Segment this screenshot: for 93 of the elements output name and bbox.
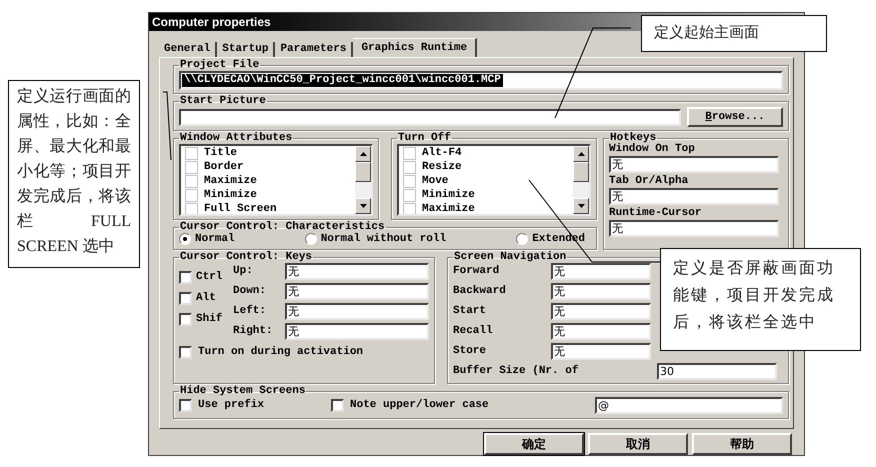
list-item[interactable]: Full Screen xyxy=(204,204,277,214)
checkbox[interactable] xyxy=(185,188,198,202)
checkbox[interactable] xyxy=(185,146,198,160)
field-label: Start xyxy=(453,306,488,317)
checkbox[interactable] xyxy=(331,399,344,412)
input-field[interactable]: 无 xyxy=(285,263,429,280)
checkbox-label[interactable]: Turn on during activation xyxy=(198,347,364,358)
input-field[interactable]: @ xyxy=(595,397,783,414)
annotation-note: 定义是否屏蔽画面功能键，项目开发完成后，将该栏全选中 xyxy=(660,248,861,351)
checkbox-label[interactable]: Alt xyxy=(196,293,216,304)
leader-line xyxy=(162,92,172,160)
list-item[interactable]: Alt-F4 xyxy=(422,148,462,158)
group-label: Cursor Control: Keys xyxy=(179,252,314,263)
field-label: Down: xyxy=(233,286,268,297)
input-field[interactable]: 无 xyxy=(609,156,779,173)
group-label: Window Attributes xyxy=(179,133,294,144)
down-arrow-icon xyxy=(578,204,584,208)
input-field[interactable] xyxy=(179,108,681,126)
up-arrow-icon xyxy=(578,152,584,156)
input-field[interactable]: 无 xyxy=(285,323,429,340)
field-label: Runtime-Cursor xyxy=(609,208,702,219)
input-field[interactable]: 无 xyxy=(551,263,651,280)
checkbox[interactable] xyxy=(403,202,416,214)
checkbox-label[interactable]: Shif xyxy=(196,314,222,325)
checkbox[interactable] xyxy=(403,188,416,202)
list-item[interactable]: Maximize xyxy=(422,204,475,214)
radio-button[interactable] xyxy=(304,233,317,245)
field-label: Up: xyxy=(233,266,254,277)
checkbox[interactable] xyxy=(403,174,416,188)
field-label: Right: xyxy=(233,326,274,337)
input-field[interactable]: 无 xyxy=(551,303,651,320)
annotation-note: 定义起始主画面 xyxy=(641,15,827,52)
tab[interactable]: General xyxy=(159,42,218,57)
checkbox[interactable] xyxy=(185,174,198,188)
group-label: Cursor Control: Characteristics xyxy=(179,222,386,233)
checkbox[interactable] xyxy=(179,271,192,284)
field-label: Left: xyxy=(233,306,268,317)
group-label: Screen Navigation xyxy=(453,252,568,263)
list-item[interactable]: Maximize xyxy=(204,176,257,186)
list-item[interactable]: Move xyxy=(422,176,448,186)
list-item[interactable]: Minimize xyxy=(422,190,475,200)
list-item[interactable]: Border xyxy=(204,162,244,172)
checkbox[interactable] xyxy=(185,160,198,174)
dialog-button[interactable]: 确定 xyxy=(484,433,584,455)
group-label: Turn Off xyxy=(397,133,452,144)
radio-label[interactable]: Normal without roll xyxy=(320,234,446,244)
input-field[interactable]: \\CLYDECAO\WinCC50_Project_wincc001\wincc001.MCP xyxy=(179,71,783,90)
checkbox[interactable] xyxy=(179,292,192,305)
field-label: Forward xyxy=(453,266,500,277)
radio-button[interactable] xyxy=(179,233,191,245)
radio-button[interactable] xyxy=(516,233,528,245)
checkbox[interactable] xyxy=(185,202,198,214)
up-arrow-icon xyxy=(360,152,366,156)
list-item[interactable]: Resize xyxy=(422,162,462,172)
input-field[interactable]: 无 xyxy=(609,220,779,237)
tab[interactable]: Startup xyxy=(217,42,276,57)
list-item[interactable]: Title xyxy=(204,148,238,158)
group-label: Hotkeys xyxy=(610,133,656,144)
field-label: Recall xyxy=(453,326,494,337)
input-field[interactable]: 无 xyxy=(285,283,429,300)
checkbox-label[interactable]: Note upper/lower case xyxy=(350,400,489,411)
group-label: Start Picture xyxy=(179,96,267,107)
checkbox[interactable] xyxy=(179,399,192,412)
annotation-note: 定义运行画面的属性，比如：全屏、最大化和最小化等；项目开发完成后，将该栏 FULL SCREEN 选中 xyxy=(8,80,140,268)
field-label: Buffer Size (Nr. of xyxy=(453,366,580,377)
field-label: Window On Top xyxy=(609,144,696,155)
tab[interactable]: Graphics Runtime xyxy=(353,38,478,57)
field-label: Tab Or/Alpha xyxy=(609,176,690,187)
input-field[interactable]: 无 xyxy=(285,303,429,320)
browse-button[interactable]: Browse... xyxy=(687,107,783,127)
field-label: Backward xyxy=(453,286,507,297)
checkbox[interactable] xyxy=(179,346,192,359)
input-field[interactable]: 无 xyxy=(551,323,651,340)
input-field[interactable]: 30 xyxy=(657,363,777,380)
group-label: Hide System Screens xyxy=(179,386,306,397)
scrollbar[interactable] xyxy=(355,146,371,214)
group-label: Project File xyxy=(179,60,260,71)
down-arrow-icon xyxy=(360,204,366,208)
window-title: Computer properties xyxy=(152,14,271,31)
checkbox-label[interactable]: Use prefix xyxy=(198,400,264,411)
radio-label[interactable]: Normal xyxy=(195,234,235,244)
dialog-button[interactable]: 帮助 xyxy=(692,433,792,455)
scrollbar[interactable] xyxy=(573,146,589,214)
input-field[interactable]: 无 xyxy=(609,188,779,205)
input-field[interactable]: 无 xyxy=(551,283,651,300)
list-item[interactable]: Minimize xyxy=(204,190,257,200)
checkbox[interactable] xyxy=(179,313,192,326)
checkbox[interactable] xyxy=(403,160,416,174)
checkbox-label[interactable]: Ctrl xyxy=(196,272,222,283)
input-field[interactable]: 无 xyxy=(551,343,651,360)
dialog-button[interactable]: 取消 xyxy=(588,433,688,455)
checkbox[interactable] xyxy=(403,146,416,160)
field-label: Store xyxy=(453,346,488,357)
